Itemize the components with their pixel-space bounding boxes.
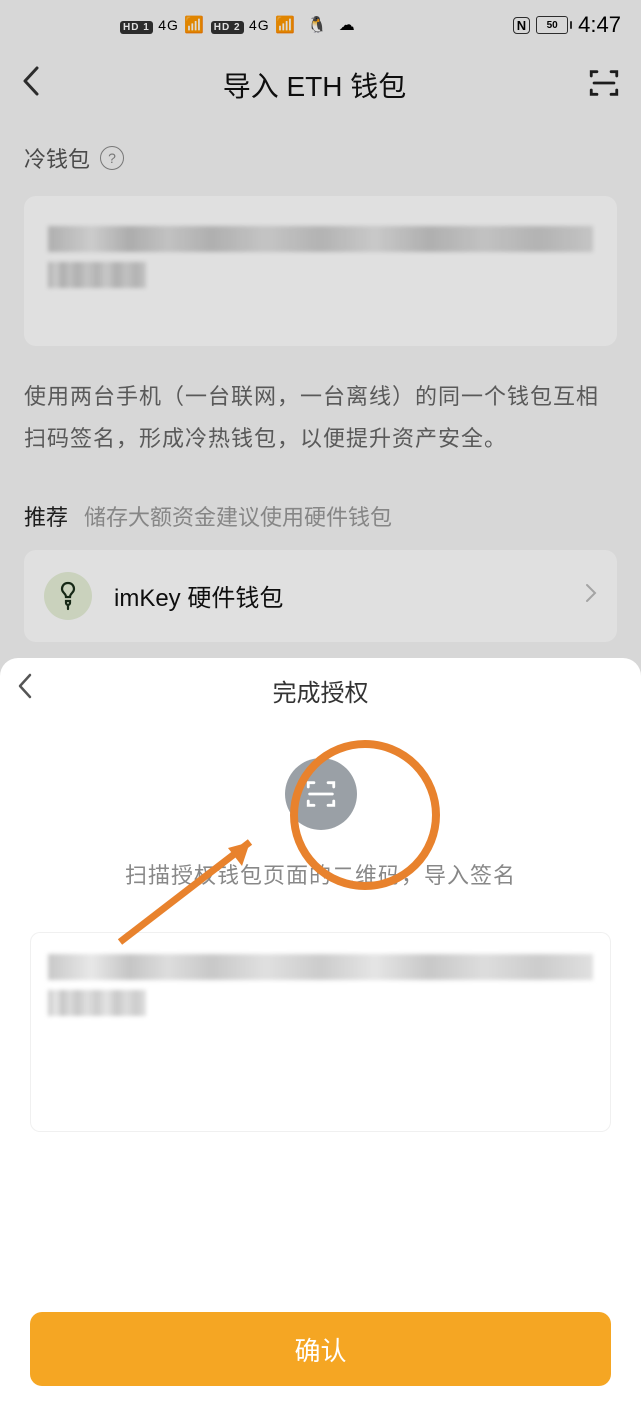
authorize-sheet: 完成授权 扫描授权钱包页面的二维码，导入签名 确认 [0,658,641,1410]
scan-icon [304,777,338,811]
sheet-back-button[interactable] [16,672,34,708]
sheet-title: 完成授权 [273,673,369,708]
confirm-button[interactable]: 确认 [30,1312,611,1386]
sheet-hint-text: 扫描授权钱包页面的二维码，导入签名 [125,858,516,890]
signature-input[interactable] [30,932,611,1132]
scan-qr-circle-button[interactable] [285,758,357,830]
confirm-button-label: 确认 [294,1331,346,1368]
